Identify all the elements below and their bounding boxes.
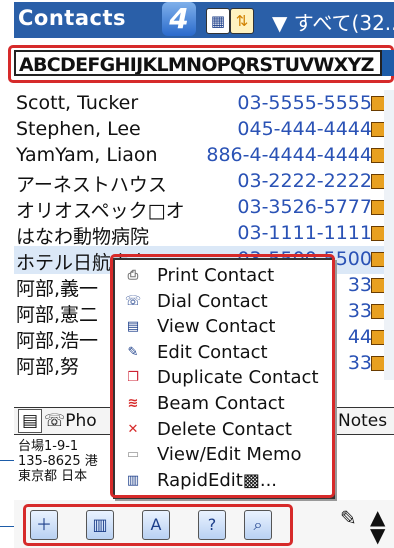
contact-name: Scott, Tucker bbox=[16, 92, 139, 114]
contact-row[interactable]: オリオスペック□オ 03-3526-5777 bbox=[14, 194, 388, 222]
tab-phone-label: Pho bbox=[65, 411, 97, 431]
contact-phone: 045-444-4444 bbox=[237, 118, 372, 140]
contact-phone: 03-2222-2222 bbox=[237, 170, 372, 192]
tab-phone[interactable]: ☏Pho bbox=[44, 408, 97, 434]
phone-book-icon[interactable]: ▥ bbox=[86, 510, 114, 540]
contact-phone: 33 bbox=[347, 300, 372, 322]
contact-phone: 44 bbox=[347, 326, 372, 348]
list-scrollbar[interactable] bbox=[384, 90, 394, 380]
contact-name: オリオスペック□オ bbox=[16, 200, 185, 222]
contact-phone: 03-1111-1111 bbox=[237, 222, 372, 244]
toolbar-callout-line bbox=[0, 526, 14, 527]
contact-name: 阿部,義一 bbox=[16, 278, 99, 300]
contact-row[interactable]: アーネストハウス 03-2222-2222 bbox=[14, 168, 388, 196]
contact-row[interactable]: Stephen, Lee 045-444-4444 bbox=[14, 116, 388, 144]
contact-name: アーネストハウス bbox=[16, 174, 167, 196]
context-menu-highlight bbox=[110, 254, 335, 498]
contact-phone: 03-3526-5777 bbox=[237, 196, 372, 218]
app-version-badge: 4 bbox=[162, 2, 196, 36]
alpha-scroll-handle[interactable] bbox=[382, 50, 394, 76]
title-bar: Contacts 4 ▦ ⇅ ▼ すべて(32... bbox=[14, 2, 394, 38]
contact-phone: 03-5555-5555 bbox=[237, 92, 372, 114]
contact-row[interactable]: はなわ動物病院 03-1111-1111 bbox=[14, 220, 388, 248]
add-contact-icon[interactable]: ＋ bbox=[30, 510, 58, 540]
contact-name: はなわ動物病院 bbox=[16, 226, 150, 248]
contact-phone: 33 bbox=[347, 352, 372, 374]
address-callout-line bbox=[0, 460, 14, 461]
category-dropdown[interactable]: ▼ すべて(32... bbox=[272, 7, 394, 36]
text-format-icon[interactable]: A bbox=[142, 510, 170, 540]
dial-icon: ☏ bbox=[44, 411, 66, 431]
contact-name: YamYam, Liaon bbox=[16, 144, 158, 166]
contact-name: Stephen, Lee bbox=[16, 118, 141, 140]
app-title[interactable]: Contacts bbox=[18, 6, 126, 30]
help-icon[interactable]: ? bbox=[198, 510, 226, 540]
sort-order-icon[interactable]: ⇅ bbox=[230, 8, 254, 34]
grid-view-icon[interactable]: ▦ bbox=[206, 8, 230, 34]
pen-input-icon[interactable]: ✎ bbox=[340, 506, 357, 530]
find-icon[interactable]: ⌕ bbox=[244, 510, 272, 540]
contact-name: 阿部,浩一 bbox=[16, 330, 99, 352]
scroll-arrows-icon[interactable]: ▲ ▼ bbox=[370, 507, 385, 545]
card-tab-icon[interactable]: ▤ bbox=[18, 409, 42, 433]
contact-phone: 33 bbox=[347, 274, 372, 296]
contact-row[interactable]: Scott, Tucker 03-5555-5555 bbox=[14, 90, 388, 118]
contact-name: 阿部,努 bbox=[16, 356, 80, 378]
contact-phone: 886-4-4444-4444 bbox=[206, 144, 372, 166]
contact-name: 阿部,憲二 bbox=[16, 304, 99, 326]
alpha-index-bar[interactable]: ABCDEFGHIJKLMNOPQRSTUVWXYZ bbox=[14, 50, 382, 76]
contact-row[interactable]: YamYam, Liaon 886-4-4444-4444 bbox=[14, 142, 388, 170]
tab-notes[interactable]: Notes bbox=[338, 408, 387, 434]
